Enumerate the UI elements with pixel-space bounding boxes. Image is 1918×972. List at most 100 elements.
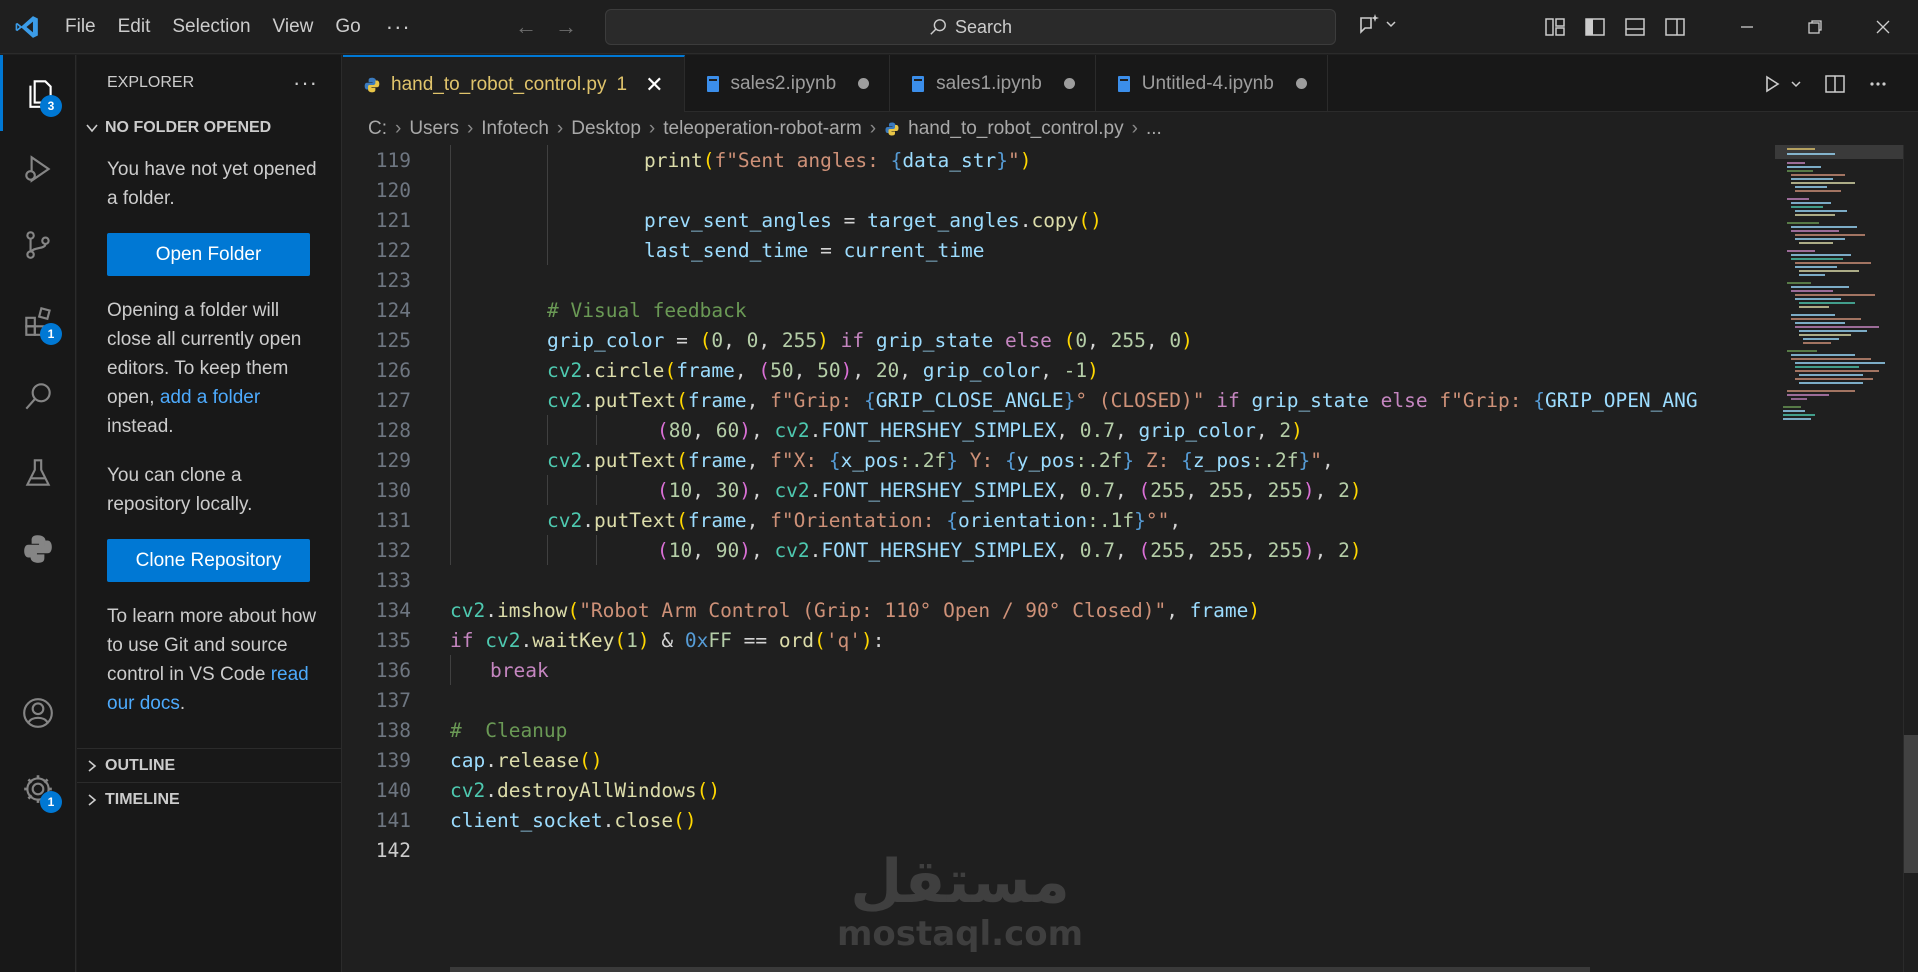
code-line: 124 # Visual feedback bbox=[343, 295, 1775, 325]
clone-message: You can clone a repository locally. bbox=[107, 465, 253, 515]
horizontal-scrollbar[interactable] bbox=[450, 967, 1590, 972]
close-icon[interactable] bbox=[1849, 0, 1917, 54]
back-arrow-icon[interactable]: ← bbox=[515, 14, 537, 40]
add-folder-link[interactable]: add a folder bbox=[160, 387, 260, 408]
toggle-secondary-sidebar-icon[interactable] bbox=[1664, 16, 1686, 38]
title-bar: File Edit Selection View Go ··· ← → Sear… bbox=[0, 0, 1918, 54]
editor-actions bbox=[1762, 55, 1888, 112]
accounts-activity[interactable] bbox=[0, 675, 76, 751]
menu-bar: File Edit Selection View Go ··· bbox=[54, 0, 425, 54]
explorer-badge: 3 bbox=[40, 95, 62, 117]
manage-activity[interactable]: 1 bbox=[0, 751, 76, 827]
notebook-icon bbox=[706, 75, 719, 92]
vertical-scrollbar[interactable] bbox=[1903, 145, 1918, 972]
toggle-primary-sidebar-icon[interactable] bbox=[1584, 16, 1606, 38]
open-folder-button[interactable]: Open Folder bbox=[107, 233, 310, 276]
chevron-down-icon[interactable] bbox=[1790, 78, 1802, 90]
testing-activity[interactable] bbox=[0, 435, 76, 511]
more-menu-icon[interactable]: ··· bbox=[372, 0, 425, 54]
forward-arrow-icon[interactable]: → bbox=[555, 14, 577, 40]
copilot-icon bbox=[1360, 14, 1379, 34]
sidebar-more-icon[interactable]: ··· bbox=[293, 70, 318, 96]
code-line: 120 bbox=[343, 175, 1775, 205]
timeline-section-header[interactable]: TIMELINE bbox=[77, 782, 342, 816]
breadcrumb-item[interactable]: Users bbox=[409, 118, 459, 140]
source-control-activity[interactable] bbox=[0, 207, 76, 283]
python-file-icon bbox=[885, 122, 899, 135]
toggle-panel-icon[interactable] bbox=[1624, 16, 1646, 38]
watermark-arabic: مستقل bbox=[850, 847, 1070, 917]
python-file-icon bbox=[364, 77, 380, 92]
unsaved-dot-icon[interactable] bbox=[858, 78, 870, 89]
minimap-preview bbox=[1775, 145, 1903, 420]
run-icon[interactable] bbox=[1762, 74, 1782, 94]
code-line: 129 cv2.putText(frame, f"X: {x_pos:.2f} … bbox=[343, 445, 1775, 475]
python-icon bbox=[24, 535, 52, 563]
welcome-content: You have not yet opened a folder. Open F… bbox=[77, 145, 341, 718]
customize-layout-icon[interactable] bbox=[1544, 16, 1566, 38]
copilot-menu[interactable] bbox=[1357, 12, 1397, 36]
source-control-icon bbox=[26, 231, 50, 259]
menu-view[interactable]: View bbox=[262, 0, 325, 54]
search-activity[interactable] bbox=[0, 359, 76, 435]
menu-selection[interactable]: Selection bbox=[161, 0, 261, 54]
notebook-icon bbox=[912, 75, 925, 92]
more-actions-icon[interactable] bbox=[1868, 74, 1888, 94]
menu-file[interactable]: File bbox=[54, 0, 107, 54]
menu-go[interactable]: Go bbox=[324, 0, 371, 54]
code-line: 132 (10, 90), cv2.FONT_HERSHEY_SIMPLEX, … bbox=[343, 535, 1775, 565]
outline-title: OUTLINE bbox=[105, 756, 176, 774]
search-icon bbox=[930, 19, 946, 35]
run-debug-icon bbox=[25, 155, 51, 183]
chevron-right-icon bbox=[88, 793, 97, 806]
code-line: 130 (10, 30), cv2.FONT_HERSHEY_SIMPLEX, … bbox=[343, 475, 1775, 505]
tab-label: sales2.ipynb bbox=[730, 72, 837, 94]
restore-icon[interactable] bbox=[1781, 0, 1849, 54]
layout-controls bbox=[1544, 0, 1686, 54]
breadcrumb-item[interactable]: Infotech bbox=[481, 118, 549, 140]
explorer-activity[interactable]: 3 bbox=[0, 55, 76, 131]
breadcrumb-item[interactable]: C: bbox=[368, 118, 387, 140]
no-folder-message: You have not yet opened a folder. bbox=[107, 159, 317, 209]
sidebar-title: EXPLORER bbox=[107, 74, 195, 91]
unsaved-dot-icon[interactable] bbox=[1063, 78, 1075, 89]
tab-label: hand_to_robot_control.py bbox=[391, 73, 607, 95]
scrollbar-thumb[interactable] bbox=[1904, 735, 1918, 873]
opening-folder-message: Opening a folder will close all currentl… bbox=[107, 300, 302, 437]
vscode-logo-icon bbox=[0, 0, 54, 54]
timeline-title: TIMELINE bbox=[105, 790, 180, 808]
breadcrumb-item[interactable]: hand_to_robot_control.py bbox=[908, 118, 1124, 140]
outline-section-header[interactable]: OUTLINE bbox=[77, 748, 342, 782]
sidebar-header: EXPLORER ··· bbox=[77, 55, 341, 111]
minimize-icon[interactable] bbox=[1713, 0, 1781, 54]
run-debug-activity[interactable] bbox=[0, 131, 76, 207]
code-line: 125 grip_color = (0, 0, 255) if grip_sta… bbox=[343, 325, 1775, 355]
minimap[interactable] bbox=[1775, 145, 1903, 972]
extensions-activity[interactable]: 1 bbox=[0, 283, 76, 359]
code-line: 137 bbox=[375, 688, 411, 712]
tab-sales2[interactable]: sales2.ipynb bbox=[685, 55, 891, 112]
tab-untitled-4[interactable]: Untitled-4.ipynb bbox=[1096, 55, 1328, 112]
unsaved-dot-icon[interactable] bbox=[1295, 78, 1307, 89]
code-line: 136 break bbox=[343, 655, 1775, 685]
close-tab-icon[interactable]: ✕ bbox=[645, 72, 663, 98]
split-editor-icon[interactable] bbox=[1824, 73, 1846, 95]
section-title: NO FOLDER OPENED bbox=[105, 119, 272, 136]
no-folder-section-header[interactable]: NO FOLDER OPENED bbox=[77, 111, 341, 145]
code-line: 141 client_socket.close() bbox=[375, 808, 697, 832]
menu-edit[interactable]: Edit bbox=[107, 0, 162, 54]
code-line: 127 cv2.putText(frame, f"Grip: {GRIP_CLO… bbox=[343, 385, 1775, 415]
clone-repository-button[interactable]: Clone Repository bbox=[107, 539, 310, 582]
code-line: 140 cv2.destroyAllWindows() bbox=[375, 778, 721, 802]
search-label: Search bbox=[954, 16, 1013, 37]
flask-icon bbox=[25, 459, 51, 486]
tab-sales1[interactable]: sales1.ipynb bbox=[890, 55, 1096, 112]
notebook-icon bbox=[1117, 75, 1130, 92]
breadcrumb-item[interactable]: Desktop bbox=[571, 118, 641, 140]
tab-hand-to-robot-control[interactable]: hand_to_robot_control.py 1 ✕ bbox=[343, 55, 685, 112]
breadcrumb-item[interactable]: ... bbox=[1146, 118, 1162, 140]
python-activity[interactable] bbox=[0, 511, 76, 587]
code-line: 135 if cv2.waitKey(1) & 0xFF == ord('q')… bbox=[375, 628, 885, 652]
command-center-search[interactable]: Search bbox=[605, 9, 1336, 45]
breadcrumb-item[interactable]: teleoperation-robot-arm bbox=[663, 118, 862, 140]
